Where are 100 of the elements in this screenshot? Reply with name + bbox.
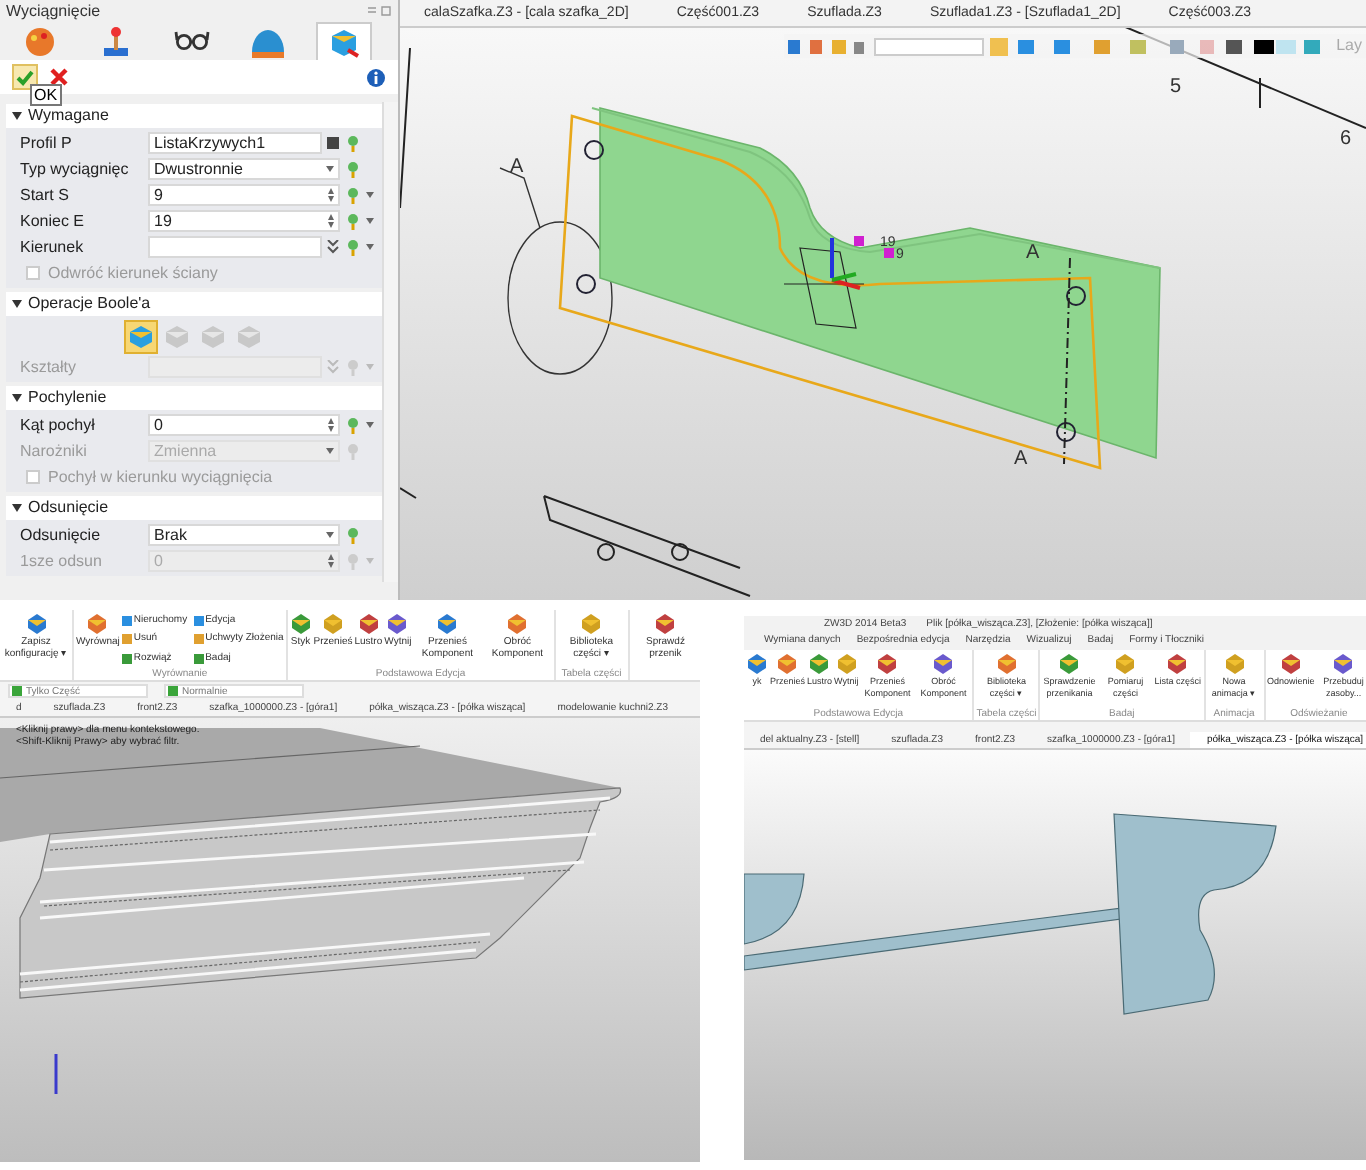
- pin-icon[interactable]: [344, 212, 362, 230]
- caret-icon[interactable]: [366, 422, 374, 428]
- expand-triangle-icon: [12, 394, 22, 402]
- dropdown-field[interactable]: Brak: [148, 524, 340, 546]
- caret-icon[interactable]: [366, 218, 374, 224]
- tool-icon: [1114, 652, 1137, 674]
- palette-icon: [22, 23, 58, 59]
- field-value: Dwustronnie: [154, 157, 243, 181]
- field-label: 1sze odsun: [20, 549, 104, 573]
- section-title: Odsunięcie: [28, 496, 109, 520]
- section-header[interactable]: Operacje Boole'a: [6, 292, 382, 316]
- section-header[interactable]: Pochylenie: [6, 386, 382, 410]
- tool-icon: [835, 652, 858, 674]
- cancel-button[interactable]: [46, 64, 72, 90]
- field-label: Profil P: [20, 131, 74, 155]
- cube-icon: [326, 24, 362, 60]
- section-header[interactable]: Odsunięcie: [6, 496, 382, 520]
- annotation-label: A: [510, 156, 524, 178]
- annotation-label: 5: [1170, 76, 1182, 98]
- field-value: 19: [154, 209, 172, 233]
- tool-icon: [808, 652, 831, 674]
- input-field[interactable]: [148, 236, 322, 258]
- caret-icon[interactable]: [366, 192, 374, 198]
- tool-icon: [506, 612, 529, 634]
- field-label: Kształty: [20, 355, 79, 379]
- tool-icon: [289, 612, 312, 634]
- tool-icon: [776, 652, 799, 674]
- section-title: Wymagane: [28, 104, 109, 128]
- field-label: Kierunek: [20, 235, 86, 259]
- pin-icon[interactable]: [344, 358, 362, 376]
- cube-icon: [127, 323, 153, 349]
- pin-icon[interactable]: [344, 416, 362, 434]
- tool-icon: [580, 612, 603, 634]
- dropdown-field[interactable]: [874, 37, 985, 55]
- tool-icon: [357, 612, 380, 634]
- field-value: 0: [154, 549, 163, 573]
- field-label: Koniec E: [20, 209, 87, 233]
- tool-icon: [746, 652, 768, 674]
- checkbox-label: Pochył w kierunku wyciągnięcia: [48, 465, 273, 489]
- info-icon[interactable]: [366, 67, 386, 87]
- input-field[interactable]: ListaKrzywych1: [148, 132, 322, 154]
- input-field[interactable]: 9: [148, 184, 340, 206]
- field-value: 9: [154, 183, 163, 207]
- joystick-icon: [98, 23, 134, 59]
- pin-icon[interactable]: [344, 160, 362, 178]
- section-title: Operacje Boole'a: [28, 292, 151, 316]
- pin-icon[interactable]: [344, 186, 362, 204]
- ok-button[interactable]: [12, 64, 38, 90]
- cube-icon: [199, 323, 225, 349]
- tool-icon: [1223, 652, 1246, 674]
- field-value: Brak: [154, 523, 187, 547]
- tooltip: OK: [30, 84, 62, 106]
- cube-icon: [163, 323, 189, 349]
- input-field[interactable]: 0: [148, 414, 340, 436]
- tool-icon: [1332, 652, 1355, 674]
- tool-icon: [25, 612, 47, 634]
- tool-icon: [436, 612, 459, 634]
- annotation-label: 6: [1340, 128, 1352, 150]
- dropdown-field[interactable]: Dwustronnie: [148, 158, 340, 180]
- tool-icon: [932, 652, 955, 674]
- pin-icon[interactable]: [344, 526, 362, 544]
- toolbar-icons-drawing[interactable]: [788, 37, 869, 55]
- spinner-icon: [328, 188, 334, 202]
- field-label: Odsunięcie: [20, 523, 103, 547]
- tool-icon: [654, 612, 677, 634]
- field-value: 0: [154, 413, 163, 437]
- spinner-icon: [328, 554, 334, 568]
- scrollbar[interactable]: [382, 102, 398, 582]
- select-icon[interactable]: [326, 136, 340, 150]
- tool-icon: [12, 686, 22, 696]
- cube-icon: [235, 323, 261, 349]
- tool-icon: [86, 612, 109, 634]
- caret-icon[interactable]: [366, 244, 374, 250]
- field-label: Kąt pochył: [20, 413, 97, 437]
- caret-icon: [326, 532, 334, 538]
- pin-panel-icon[interactable]: [368, 6, 392, 16]
- tool-icon: [386, 612, 409, 634]
- axis-indicator-icon: [54, 1054, 58, 1094]
- tool-icon: [876, 652, 899, 674]
- section-header[interactable]: Wymagane: [6, 104, 382, 128]
- annotation-label: A: [1014, 448, 1028, 470]
- caret-icon: [326, 448, 334, 454]
- field-value: Zmienna: [154, 439, 217, 463]
- caret-icon: [326, 166, 334, 172]
- pin-icon[interactable]: [344, 442, 362, 460]
- expand-triangle-icon: [12, 300, 22, 308]
- pin-icon[interactable]: [344, 552, 362, 570]
- expand-triangle-icon: [12, 112, 22, 120]
- panel-title: Wyciągnięcie: [6, 0, 101, 23]
- input-field[interactable]: 19: [148, 210, 340, 232]
- boolean-option-button[interactable]: [123, 319, 157, 353]
- spinner-icon: [328, 418, 334, 432]
- tool-icon: [168, 686, 178, 696]
- check-icon: [16, 69, 34, 85]
- annotation-label: A: [1026, 242, 1040, 264]
- field-label: Typ wyciągnięc: [20, 157, 131, 181]
- checkbox-label: Odwróć kierunek ściany: [48, 261, 218, 285]
- double-chevron-icon[interactable]: [326, 240, 340, 254]
- spinner-icon: [328, 214, 334, 228]
- expand-triangle-icon: [12, 504, 22, 512]
